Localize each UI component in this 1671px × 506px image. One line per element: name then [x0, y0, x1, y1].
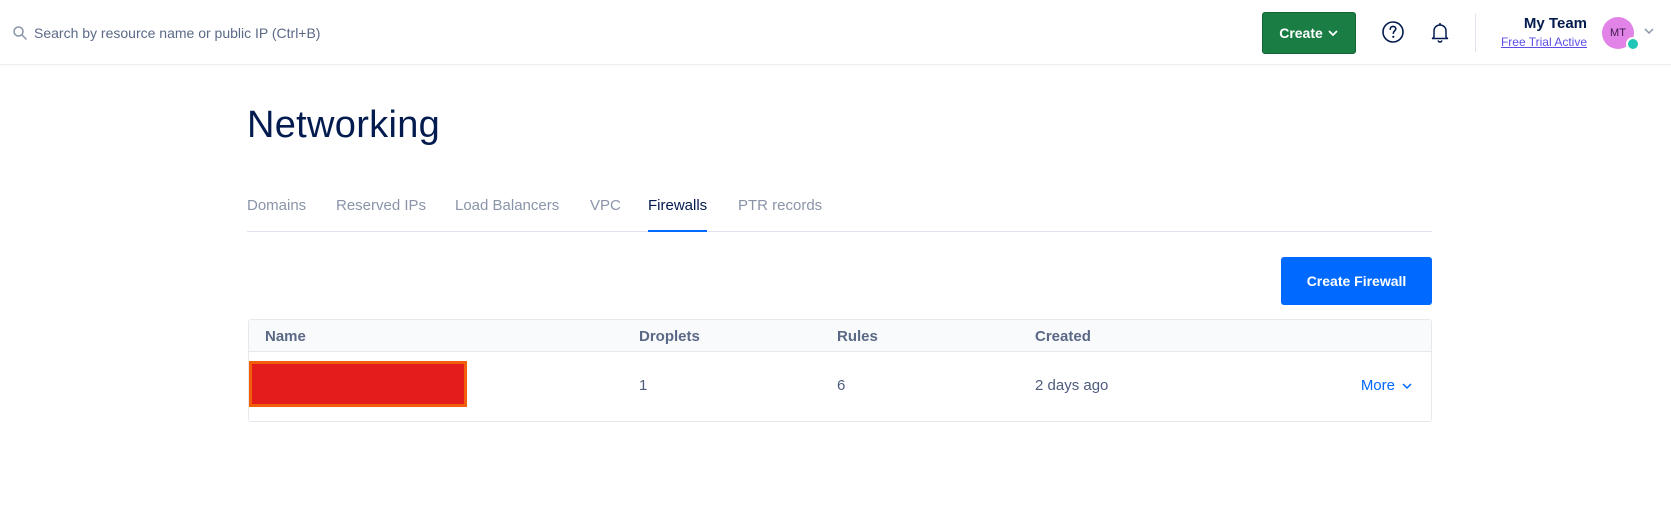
created-time: 2 days ago	[1035, 377, 1109, 394]
more-label: More	[1360, 377, 1395, 394]
search-bar[interactable]	[12, 20, 612, 46]
search-input[interactable]	[34, 25, 594, 41]
search-icon	[13, 26, 27, 40]
header-divider	[1475, 14, 1476, 52]
firewall-name-redacted[interactable]	[249, 361, 467, 407]
create-firewall-button[interactable]: Create Firewall	[1281, 257, 1432, 305]
networking-tabs: Domains Reserved IPs Load Balancers VPC …	[247, 196, 1432, 232]
create-button-label: Create	[1279, 25, 1323, 41]
column-header-created: Created	[1035, 328, 1091, 345]
column-header-name: Name	[265, 328, 306, 345]
tab-domains[interactable]: Domains	[247, 196, 306, 232]
column-header-rules: Rules	[837, 328, 878, 345]
create-firewall-label: Create Firewall	[1306, 273, 1407, 289]
help-circle-icon[interactable]	[1381, 20, 1405, 44]
chevron-down-icon[interactable]	[1643, 25, 1655, 37]
free-trial-link[interactable]: Free Trial Active	[1501, 34, 1587, 50]
tab-reserved-ips[interactable]: Reserved IPs	[336, 196, 426, 232]
avatar-initials: MT	[1610, 27, 1626, 39]
tab-firewalls[interactable]: Firewalls	[648, 196, 708, 232]
top-bar: Create My Team Free Trial Active MT	[0, 0, 1671, 65]
tab-ptr-records[interactable]: PTR records	[738, 196, 822, 232]
column-header-droplets: Droplets	[639, 328, 700, 345]
team-info: My Team Free Trial Active	[1501, 14, 1587, 50]
avatar-status-badge	[1626, 37, 1640, 51]
chevron-down-icon	[1402, 382, 1412, 389]
tab-vpc[interactable]: VPC	[590, 196, 621, 232]
more-menu-button[interactable]: More	[1361, 377, 1413, 394]
create-button[interactable]: Create	[1262, 12, 1356, 54]
bell-icon[interactable]	[1428, 20, 1452, 44]
page-title: Networking	[247, 104, 441, 146]
tab-load-balancers[interactable]: Load Balancers	[455, 196, 559, 232]
table-row: 1 6 2 days ago More	[249, 353, 1431, 423]
droplets-count: 1	[639, 377, 648, 394]
rules-count: 6	[837, 377, 846, 394]
firewalls-table: Name Droplets Rules Created 1 6 2 days a…	[248, 319, 1432, 422]
team-name: My Team	[1523, 15, 1587, 32]
chevron-down-icon	[1328, 30, 1338, 37]
table-header: Name Droplets Rules Created	[249, 320, 1431, 352]
